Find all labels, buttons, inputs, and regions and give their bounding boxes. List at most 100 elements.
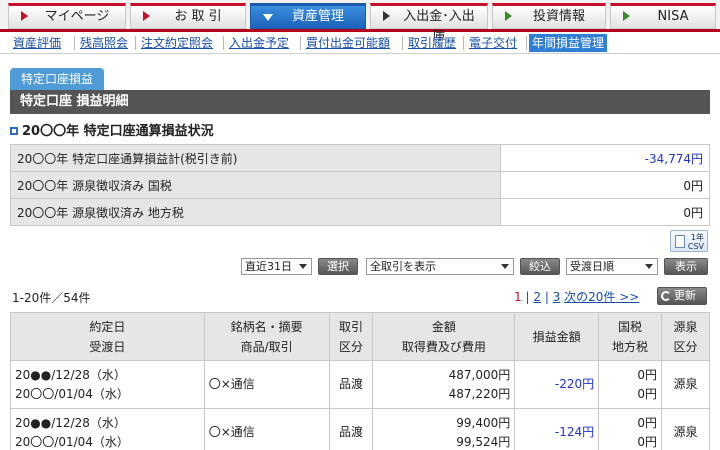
divider: [74, 36, 75, 50]
top-navigation: マイページ お 取 引 資産管理 入出金･入出庫 投資情報 NISA: [0, 0, 720, 44]
header-line: 金額: [431, 319, 456, 334]
table-row: 20●●/12/28（水） 20〇〇/01/04（水） 〇×通信 品渡 99,40…: [10, 408, 710, 450]
nav-trade[interactable]: お 取 引: [130, 3, 246, 29]
amount: 487,000円: [448, 367, 511, 382]
refresh-icon: [661, 291, 671, 301]
cell-type: 品渡: [328, 360, 374, 409]
result-count: 1-20件／54件: [12, 291, 91, 305]
divider: [463, 36, 464, 50]
subnav-order-execution[interactable]: 注文約定照会: [138, 34, 216, 52]
subnav-asset-valuation[interactable]: 資産評価: [10, 34, 64, 52]
csv-label: CSV: [687, 242, 704, 251]
subnav-trade-history[interactable]: 取引履歴: [405, 34, 459, 52]
subnav-deposit-schedule[interactable]: 入出金予定: [226, 34, 292, 52]
trade-filter-select[interactable]: 全取引を表示: [366, 258, 514, 275]
page-title: 特定口座 損益明細: [10, 90, 710, 114]
refresh-button[interactable]: 更新: [657, 287, 707, 305]
triangle-right-icon: [623, 11, 630, 21]
sort-select[interactable]: 受渡日順: [566, 258, 658, 275]
cell-pl: -220円: [514, 360, 600, 409]
nav-label: NISA: [657, 9, 689, 24]
page-separator: |: [544, 290, 549, 304]
square-bullet-icon: [10, 127, 18, 135]
divider: [300, 36, 301, 50]
cell-tax: 0円 0円: [598, 408, 662, 450]
tab-specific-account-pl[interactable]: 特定口座損益: [10, 68, 104, 90]
chevron-down-icon: [299, 264, 307, 269]
nav-mypage[interactable]: マイページ: [8, 3, 126, 29]
narrow-button[interactable]: 絞込: [520, 258, 560, 275]
cell-pl: -124円: [514, 408, 600, 450]
subnav-annual-pl[interactable]: 年間損益管理: [529, 34, 608, 52]
period-select[interactable]: 直近31日: [241, 258, 312, 275]
page-link-2[interactable]: 2: [533, 290, 541, 304]
trade-date: 20●●/12/28（水）: [15, 415, 126, 430]
header-line: 銘柄名・摘要: [230, 319, 303, 334]
triangle-right-icon: [383, 11, 390, 21]
summary-row: 20〇〇年 源泉徴収済み 地方税 0円: [10, 198, 710, 226]
nav-deposit-transfer[interactable]: 入出金･入出庫: [370, 3, 488, 44]
divider: [223, 36, 224, 50]
section-title-text: 20〇〇年 特定口座通算損益状況: [22, 124, 214, 139]
sort-value: 受渡日順: [570, 260, 614, 273]
col-header-date: 約定日 受渡日: [10, 312, 205, 361]
chevron-down-icon: [501, 264, 509, 269]
page-link-3[interactable]: 3: [553, 290, 561, 304]
nav-label: お 取 引: [174, 9, 222, 24]
summary-value: 0円: [500, 198, 710, 226]
summary-value: 0円: [500, 171, 710, 199]
header-line: 源泉: [673, 319, 698, 334]
triangle-right-icon: [143, 11, 150, 21]
period-value: 直近31日: [245, 260, 292, 273]
nav-investment-info[interactable]: 投資情報: [492, 3, 606, 29]
header-line: 約定日: [89, 319, 126, 334]
local-tax: 0円: [637, 386, 657, 401]
nav-label: マイページ: [44, 9, 110, 24]
trade-filter-value: 全取引を表示: [370, 260, 436, 273]
summary-row: 20〇〇年 源泉徴収済み 国税 0円: [10, 171, 710, 199]
subnav-buying-power[interactable]: 買付出金可能額: [303, 34, 393, 52]
summary-label: 20〇〇年 源泉徴収済み 地方税: [10, 198, 501, 226]
subnav-balance[interactable]: 残高照会: [77, 34, 131, 52]
select-button[interactable]: 選択: [318, 258, 358, 275]
settle-date: 20〇〇/01/04（水）: [15, 386, 129, 401]
col-header-type: 取引 区分: [328, 312, 374, 361]
header-line: 受渡日: [89, 339, 126, 354]
cell-type: 品渡: [328, 408, 374, 450]
chevron-down-icon: [645, 264, 653, 269]
page-current: 1: [514, 290, 522, 304]
pagination: 1 | 2 | 3 次の20件 >>: [514, 288, 639, 305]
summary-value: -34,774円: [500, 144, 710, 172]
csv-download-button[interactable]: 1年 CSV: [670, 230, 708, 252]
display-button[interactable]: 表示: [664, 258, 708, 275]
next-page-link[interactable]: 次の20件 >>: [564, 290, 639, 304]
header-line: 取引: [338, 319, 363, 334]
header-line: 商品/取引: [240, 339, 293, 354]
header-line: 区分: [673, 339, 698, 354]
header-line: 損益金額: [532, 329, 581, 344]
trade-date: 20●●/12/28（水）: [15, 367, 126, 382]
csv-year-label: 1年: [690, 233, 704, 242]
settle-date: 20〇〇/01/04（水）: [15, 434, 129, 449]
col-header-withholding: 源泉 区分: [661, 312, 710, 361]
document-icon: [675, 235, 685, 248]
col-header-tax: 国税 地方税: [598, 312, 662, 361]
cell-amount: 99,400円 99,524円: [372, 408, 516, 450]
cell-name: 〇×通信: [203, 360, 330, 409]
divider: [135, 36, 136, 50]
table-row: 20●●/12/28（水） 20〇〇/01/04（水） 〇×通信 品渡 487,0…: [10, 360, 710, 409]
triangle-right-icon: [21, 11, 28, 21]
divider: [526, 36, 527, 50]
detail-table: 約定日 受渡日 銘柄名・摘要 商品/取引 取引 区分 金額 取得費及び費用 損益金額 国…: [10, 312, 710, 450]
nav-asset-management[interactable]: 資産管理: [250, 3, 366, 29]
summary-table: 20〇〇年 特定口座通算損益計(税引き前) -34,774円 20〇〇年 源泉徴…: [10, 144, 710, 226]
header-line: 取得費及び費用: [401, 339, 486, 354]
cell-name: 〇×通信: [203, 408, 330, 450]
cell-tax: 0円 0円: [598, 360, 662, 409]
nav-nisa[interactable]: NISA: [610, 3, 716, 29]
local-tax: 0円: [637, 434, 657, 449]
cell-dates: 20●●/12/28（水） 20〇〇/01/04（水）: [10, 408, 205, 450]
table-header-row: 約定日 受渡日 銘柄名・摘要 商品/取引 取引 区分 金額 取得費及び費用 損益金額 国…: [10, 312, 710, 361]
national-tax: 0円: [637, 367, 657, 382]
subnav-electronic-delivery[interactable]: 電子交付: [466, 34, 520, 52]
